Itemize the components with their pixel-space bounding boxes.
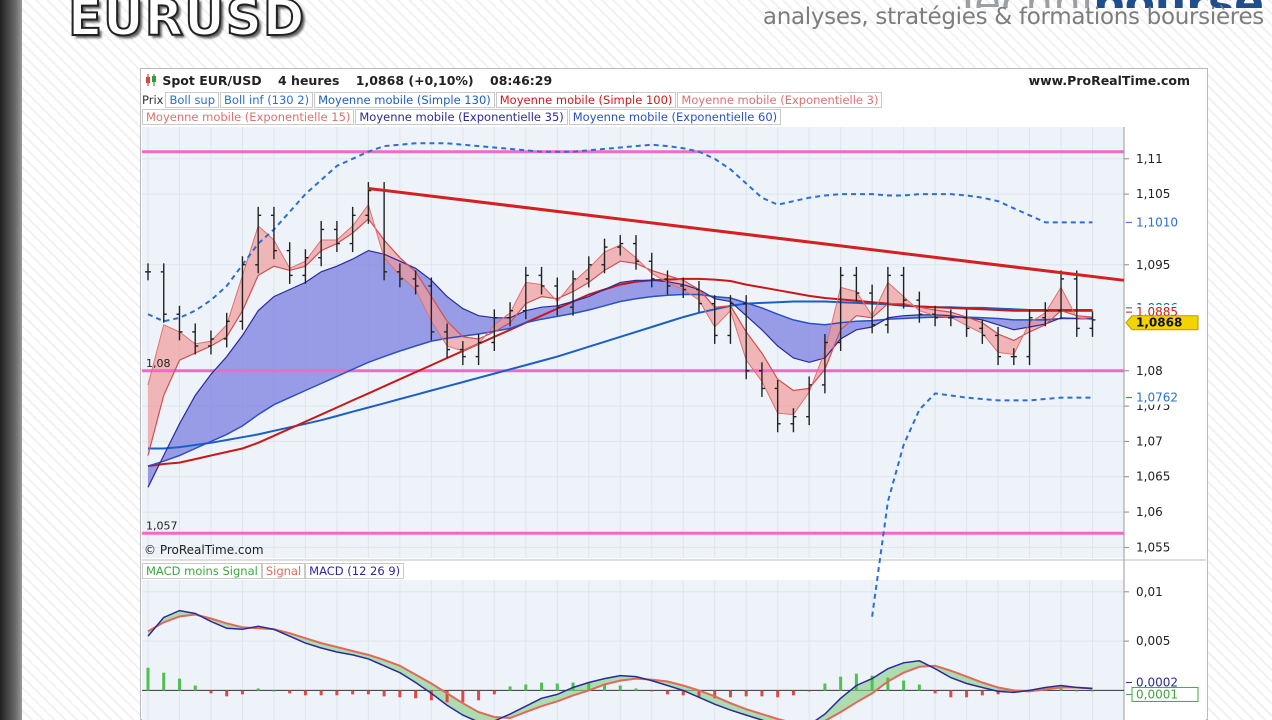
macd-histogram-bar: [414, 690, 418, 699]
macd-histogram-bar: [760, 690, 764, 697]
macd-histogram-bar: [1091, 690, 1095, 692]
macd-price-tag: 0,0001: [1136, 687, 1178, 701]
macd-histogram-bar: [823, 683, 827, 691]
macd-histogram-bar: [146, 667, 150, 691]
macd-histogram-bar: [398, 690, 402, 698]
macd-histogram-bar: [193, 685, 197, 691]
price-tag: 1,1010: [1136, 215, 1178, 229]
macd-histogram-bar: [634, 688, 638, 691]
price-tick-label: 1,095: [1136, 258, 1170, 272]
macd-histogram-bar: [492, 690, 496, 695]
macd-histogram-bar: [933, 690, 937, 694]
macd-histogram-bar: [902, 680, 906, 691]
macd-histogram-bar: [807, 690, 811, 692]
macd-histogram-bar: [477, 690, 481, 701]
macd-histogram-bar: [650, 690, 654, 692]
macd-histogram-bar: [980, 690, 984, 696]
macd-histogram-bar: [382, 690, 386, 697]
macd-histogram-bar: [776, 690, 780, 698]
macd-histogram-bar: [209, 690, 213, 694]
macd-histogram-bar: [665, 690, 669, 695]
price-tick-label: 1,08: [1136, 364, 1163, 378]
macd-histogram-bar: [162, 672, 166, 691]
level-label: 1,08: [146, 357, 171, 370]
macd-legend: MACD moins Signal Signal MACD (12 26 9): [142, 563, 405, 579]
macd-histogram-bar: [1075, 690, 1079, 692]
macd-histogram-bar: [524, 684, 528, 691]
macd-histogram-bar: [351, 690, 355, 695]
price-tick-label: 1,055: [1136, 540, 1170, 554]
macd-histogram-bar: [839, 676, 843, 691]
macd-histogram-bar: [461, 690, 465, 703]
macd-histogram-bar: [540, 682, 544, 691]
macd-histogram-bar: [791, 690, 795, 696]
macd-histogram-bar: [272, 690, 276, 692]
macd-histogram-bar: [728, 690, 732, 698]
chart-copyright: © ProRealTime.com: [144, 543, 264, 557]
macd-histogram-bar: [319, 690, 323, 696]
macd-histogram-bar: [949, 690, 953, 698]
macd-legend-item-1[interactable]: Signal: [261, 563, 306, 579]
macd-histogram-bar: [886, 677, 890, 691]
macd-legend-item-0[interactable]: MACD moins Signal: [142, 563, 262, 579]
macd-histogram-bar: [854, 673, 858, 691]
macd-histogram-bar: [177, 678, 181, 691]
price-tag: 1,0868: [1136, 316, 1182, 330]
price-tick-label: 1,11: [1136, 152, 1163, 166]
price-tick-label: 1,06: [1136, 505, 1163, 519]
level-label: 1,057: [146, 519, 178, 532]
macd-histogram-bar: [744, 690, 748, 697]
macd-histogram-bar: [965, 690, 969, 698]
macd-histogram-bar: [303, 690, 307, 696]
macd-histogram-bar: [256, 688, 260, 691]
macd-histogram-bar: [335, 690, 339, 696]
macd-histogram-bar: [366, 690, 370, 695]
macd-histogram-bar: [225, 690, 229, 697]
eurusd-chart: 1,111,1051,0951,081,0751,071,0651,061,05…: [142, 91, 1206, 720]
macd-tick-label: 0,01: [1136, 585, 1163, 599]
macd-legend-item-2[interactable]: MACD (12 26 9): [305, 563, 405, 579]
price-tick-label: 1,105: [1136, 187, 1170, 201]
price-tag: 1,0762: [1136, 391, 1178, 405]
macd-histogram-bar: [917, 684, 921, 691]
macd-histogram-bar: [555, 683, 559, 691]
price-tick-label: 1,07: [1136, 434, 1163, 448]
price-tick-label: 1,065: [1136, 470, 1170, 484]
macd-tick-label: 0,005: [1136, 634, 1170, 648]
macd-histogram-bar: [240, 690, 244, 695]
macd-panel-bg: [142, 580, 1124, 720]
macd-histogram-bar: [618, 685, 622, 691]
macd-histogram-bar: [1059, 688, 1063, 691]
macd-histogram-bar: [508, 686, 512, 691]
macd-histogram-bar: [288, 690, 292, 694]
